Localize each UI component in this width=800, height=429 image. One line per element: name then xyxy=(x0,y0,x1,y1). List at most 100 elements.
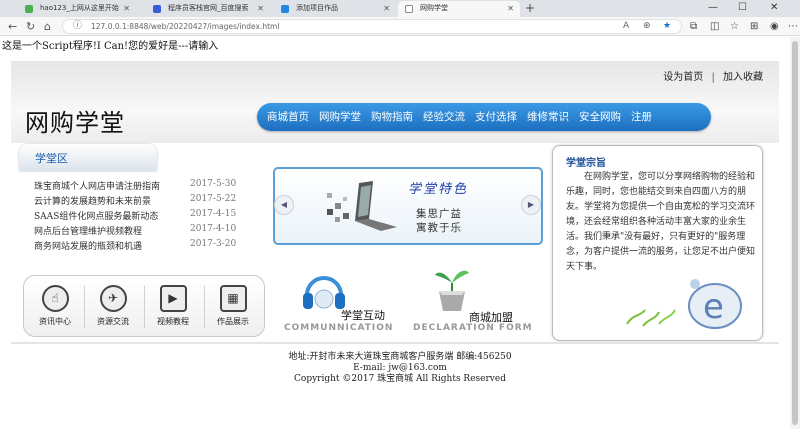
split-screen-icon[interactable]: ◫ xyxy=(710,18,719,35)
list-item[interactable]: 网点后台管理维护视频教程 2017-4-10 xyxy=(34,224,244,239)
home-icon[interactable]: ⌂ xyxy=(44,18,51,35)
news-center-label: 资讯中心 xyxy=(39,317,71,326)
plant-box-icon xyxy=(435,270,469,311)
divider xyxy=(204,286,205,328)
nav-item-safety[interactable]: 安全网购 xyxy=(579,103,621,131)
browser-tab-bar: hao123_上网从这里开始 ✕ 程序员客栈官网_百度搜索 ✕ 添加项目作品 ✕… xyxy=(0,0,800,17)
add-favorite-link[interactable]: 加入收藏 xyxy=(723,72,763,83)
script-output-text: 这是一个Script程序!I Can!您的爱好是---请输入 xyxy=(2,41,219,52)
browser-tab-add-project[interactable]: 添加项目作品 ✕ xyxy=(274,1,396,17)
news-title[interactable]: 云计算的发展趋势和未来前景 xyxy=(34,197,151,207)
nav-item-home[interactable]: 商城首页 xyxy=(267,103,309,131)
set-homepage-link[interactable]: 设为首页 xyxy=(663,72,703,83)
video-tutorial-button[interactable]: ▶ 视频教程 xyxy=(148,282,198,332)
news-date: 2017-5-22 xyxy=(190,194,237,204)
close-tab-icon[interactable]: ✕ xyxy=(257,1,264,16)
minimize-icon[interactable]: — xyxy=(708,0,718,16)
footer-address: 地址:开封市未来大道珠宝商城客户服务端 邮编:456250 xyxy=(288,352,512,362)
divider xyxy=(144,286,145,328)
news-date: 2017-4-15 xyxy=(190,209,237,219)
page-scrollbar[interactable] xyxy=(790,37,800,429)
baidu-favicon-icon xyxy=(153,5,161,13)
collections-icon[interactable]: ⊞ xyxy=(750,18,758,35)
news-title[interactable]: 商务网站发展的瓶颈和机遇 xyxy=(34,242,142,252)
list-item[interactable]: 珠宝商城个人网店申请注册指南 2017-5-30 xyxy=(34,179,244,194)
divider xyxy=(84,286,85,328)
video-icon: ▶ xyxy=(159,285,187,312)
site-logo[interactable]: 网购学堂 xyxy=(25,103,125,138)
feature-banner: ◀ 学堂特色 集思广益 寓教于乐 ▶ xyxy=(273,167,543,245)
url-field[interactable]: ⓘ 127.0.0.1:8848/web/20220427/images/ind… xyxy=(62,19,682,34)
close-tab-icon[interactable]: ✕ xyxy=(123,1,130,16)
news-title[interactable]: 珠宝商城个人网店申请注册指南 xyxy=(34,182,160,192)
works-gallery-button[interactable]: ▦ 作品展示 xyxy=(208,282,258,332)
browser-tab-hao123[interactable]: hao123_上网从这里开始 ✕ xyxy=(18,1,136,17)
address-bar-row: ← ↻ ⌂ ⓘ 127.0.0.1:8848/web/20220427/imag… xyxy=(0,17,800,36)
banner-next-arrow-icon[interactable]: ▶ xyxy=(521,195,541,215)
school-zone-title: 学堂区 xyxy=(35,152,68,165)
link-separator: | xyxy=(711,72,715,83)
banner-prev-arrow-icon[interactable]: ◀ xyxy=(274,195,294,215)
svg-text:e: e xyxy=(703,287,724,327)
tab-title: hao123_上网从这里开始 xyxy=(40,4,119,12)
mission-title: 学堂宗旨 xyxy=(566,158,606,169)
site-header: 设为首页 | 加入收藏 网购学堂 商城首页 网购学堂 购物指南 经验交流 支付选… xyxy=(11,61,779,143)
promo-communication-subtitle: COMMUNNICATION xyxy=(284,323,394,333)
nav-item-experience[interactable]: 经验交流 xyxy=(423,103,465,131)
tab-title: 网购学堂 xyxy=(420,4,448,12)
news-title[interactable]: SAAS组件化网点服务最新动态 xyxy=(34,212,158,222)
close-tab-icon[interactable]: ✕ xyxy=(507,1,514,16)
favorites-icon[interactable]: ☆ xyxy=(730,18,739,35)
window-close-icon[interactable]: ✕ xyxy=(770,0,778,16)
page-favicon-icon xyxy=(405,5,413,13)
works-gallery-label: 作品展示 xyxy=(217,317,249,326)
footer-copyright: Copyright ©2017 珠宝商城 All Rights Reserved xyxy=(294,374,506,384)
list-item[interactable]: 商务网站发展的瓶颈和机遇 2017-3-20 xyxy=(34,239,244,254)
url-text: 127.0.0.1:8848/web/20220427/images/index… xyxy=(91,22,280,31)
list-item[interactable]: 云计算的发展趋势和未来前景 2017-5-22 xyxy=(34,194,244,209)
more-icon[interactable]: ⋯ xyxy=(788,18,798,35)
extensions-icon[interactable]: ⧉ xyxy=(690,18,697,35)
news-date: 2017-4-10 xyxy=(190,224,237,234)
refresh-icon[interactable]: ↻ xyxy=(26,18,35,35)
hao123-favicon-icon xyxy=(25,5,33,13)
browser-tab-baidu[interactable]: 程序员客栈官网_百度搜索 ✕ xyxy=(146,1,270,17)
news-list: 珠宝商城个人网店申请注册指南 2017-5-30 云计算的发展趋势和未来前景 201… xyxy=(34,179,244,254)
nav-item-register[interactable]: 注册 xyxy=(631,103,652,131)
read-aloud-icon[interactable]: A xyxy=(623,20,629,33)
browser-tab-active[interactable]: 网购学堂 ✕ xyxy=(398,1,520,17)
nav-item-guide[interactable]: 购物指南 xyxy=(371,103,413,131)
back-icon[interactable]: ← xyxy=(8,18,17,35)
resource-exchange-button[interactable]: ✈ 资源交流 xyxy=(88,282,138,332)
new-tab-icon[interactable]: + xyxy=(525,0,535,16)
footer-email: E-mail: jw@163.com xyxy=(353,363,447,373)
tab-title: 添加项目作品 xyxy=(296,4,338,12)
news-title[interactable]: 网点后台管理维护视频教程 xyxy=(34,227,142,237)
maximize-icon[interactable]: ☐ xyxy=(738,0,747,16)
news-center-button[interactable]: ☝ 资讯中心 xyxy=(30,282,80,332)
list-item[interactable]: SAAS组件化网点服务最新动态 2017-4-15 xyxy=(34,209,244,224)
touch-icon: ☝ xyxy=(41,285,69,312)
top-links: 设为首页 | 加入收藏 xyxy=(658,68,763,83)
promo-communication-title: 学堂互动 xyxy=(341,309,385,322)
video-tutorial-label: 视频教程 xyxy=(157,317,189,326)
favorite-star-icon[interactable]: ★ xyxy=(663,20,671,33)
banner-title: 学堂特色 xyxy=(408,182,469,197)
site-footer: 地址:开封市未来大道珠宝商城客户服务端 邮编:456250 E-mail: jw… xyxy=(0,352,800,385)
info-icon[interactable]: ⓘ xyxy=(73,20,82,33)
site-favicon-icon xyxy=(281,5,289,13)
gallery-icon: ▦ xyxy=(219,285,247,312)
tab-title: 程序员客栈官网_百度搜索 xyxy=(168,4,249,12)
nav-item-payment[interactable]: 支付选择 xyxy=(475,103,517,131)
promo-franchise-subtitle: DECLARATION FORM xyxy=(413,323,533,333)
nav-item-school[interactable]: 网购学堂 xyxy=(319,103,361,131)
mission-text: 在网购学堂，您可以分享网络购物的经验和乐趣，同时，您也能结交到来自四面八方的朋友… xyxy=(566,172,756,272)
news-date: 2017-5-30 xyxy=(190,179,237,189)
news-date: 2017-3-20 xyxy=(190,239,237,249)
zoom-icon[interactable]: ⊕ xyxy=(643,20,651,33)
close-tab-icon[interactable]: ✕ xyxy=(383,1,390,16)
nav-item-repair[interactable]: 维修常识 xyxy=(527,103,569,131)
school-zone-tab[interactable]: 学堂区 xyxy=(19,144,157,171)
scrollbar-thumb[interactable] xyxy=(792,41,798,425)
profile-icon[interactable]: ◉ xyxy=(770,18,779,35)
